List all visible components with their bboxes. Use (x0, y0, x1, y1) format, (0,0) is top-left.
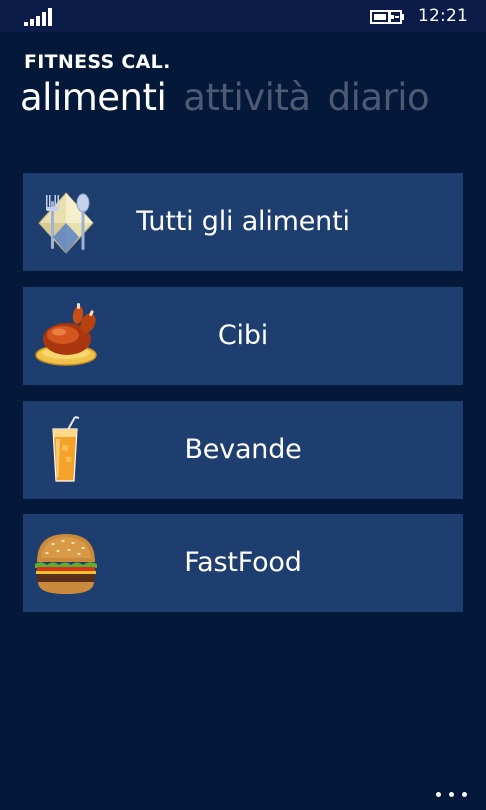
menu-item-label: Bevande (184, 434, 302, 465)
app-title: FITNESS CAL. (24, 51, 171, 73)
pivot-header: alimenti attività diario (20, 76, 446, 119)
battery-charging-icon (370, 10, 404, 24)
tab-attivita[interactable]: attività (183, 76, 311, 119)
tab-alimenti[interactable]: alimenti (20, 76, 167, 119)
tab-diario[interactable]: diario (328, 76, 430, 119)
menu-item-fastfood[interactable]: FastFood (23, 514, 463, 612)
menu-item-cibi[interactable]: Cibi (23, 287, 463, 385)
more-options-button[interactable] (432, 784, 472, 804)
status-time: 12:21 (418, 6, 468, 26)
status-bar: 12:21 (0, 0, 486, 32)
more-icon (436, 792, 441, 797)
menu-item-bevande[interactable]: Bevande (23, 401, 463, 499)
menu-item-label: Tutti gli alimenti (136, 206, 350, 237)
signal-icon (24, 8, 52, 26)
menu-item-label: FastFood (184, 547, 302, 578)
menu-item-label: Cibi (217, 320, 269, 351)
more-icon (462, 792, 467, 797)
more-icon (449, 792, 454, 797)
menu-item-tutti-gli-alimenti[interactable]: Tutti gli alimenti (23, 173, 463, 271)
